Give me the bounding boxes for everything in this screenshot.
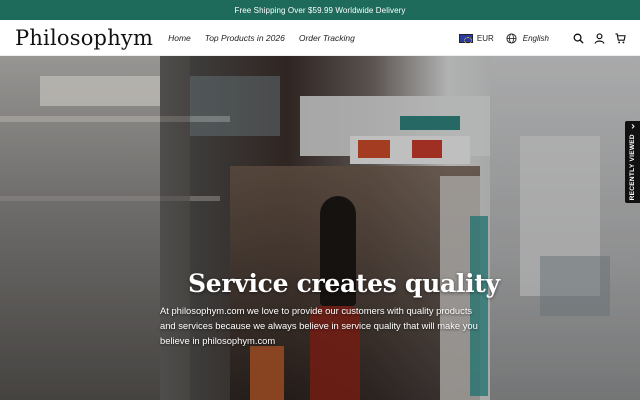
announcement-bar: Free Shipping Over $59.99 Worldwide Deli… bbox=[0, 0, 640, 20]
search-button[interactable] bbox=[572, 32, 584, 44]
hero-overlay bbox=[0, 56, 640, 400]
hero-description: At philosophym.com we love to provide ou… bbox=[160, 305, 478, 346]
announcement-text: Free Shipping Over $59.99 Worldwide Deli… bbox=[234, 5, 406, 15]
main-nav: Home Top Products in 2026 Order Tracking bbox=[168, 33, 369, 43]
search-icon bbox=[573, 33, 584, 44]
language-selector[interactable]: English bbox=[506, 32, 549, 44]
hero-title: Service creates quality bbox=[188, 269, 500, 298]
account-icon bbox=[594, 32, 604, 44]
currency-label: EUR bbox=[476, 33, 494, 43]
brand-logo[interactable]: Philosophym bbox=[15, 26, 153, 50]
nav-order-tracking[interactable]: Order Tracking bbox=[299, 33, 355, 43]
hero-banner: Service creates quality At philosophym.c… bbox=[0, 56, 640, 400]
account-button[interactable] bbox=[593, 32, 605, 44]
globe-icon bbox=[506, 32, 517, 44]
header-utilities: EUR English bbox=[458, 20, 626, 56]
site-header: Philosophym Home Top Products in 2026 Or… bbox=[0, 20, 640, 56]
cart-button[interactable] bbox=[614, 32, 626, 44]
chevron-left-icon bbox=[631, 123, 635, 129]
cart-icon bbox=[614, 32, 626, 43]
nav-home[interactable]: Home bbox=[168, 33, 191, 43]
eu-flag-icon bbox=[458, 33, 473, 44]
recently-viewed-label: RECENTLY VIEWED bbox=[629, 123, 636, 201]
recently-viewed-tab[interactable]: RECENTLY VIEWED bbox=[625, 121, 640, 203]
language-label: English bbox=[522, 33, 549, 43]
nav-top-products[interactable]: Top Products in 2026 bbox=[205, 33, 285, 43]
currency-selector[interactable]: EUR bbox=[458, 33, 494, 44]
